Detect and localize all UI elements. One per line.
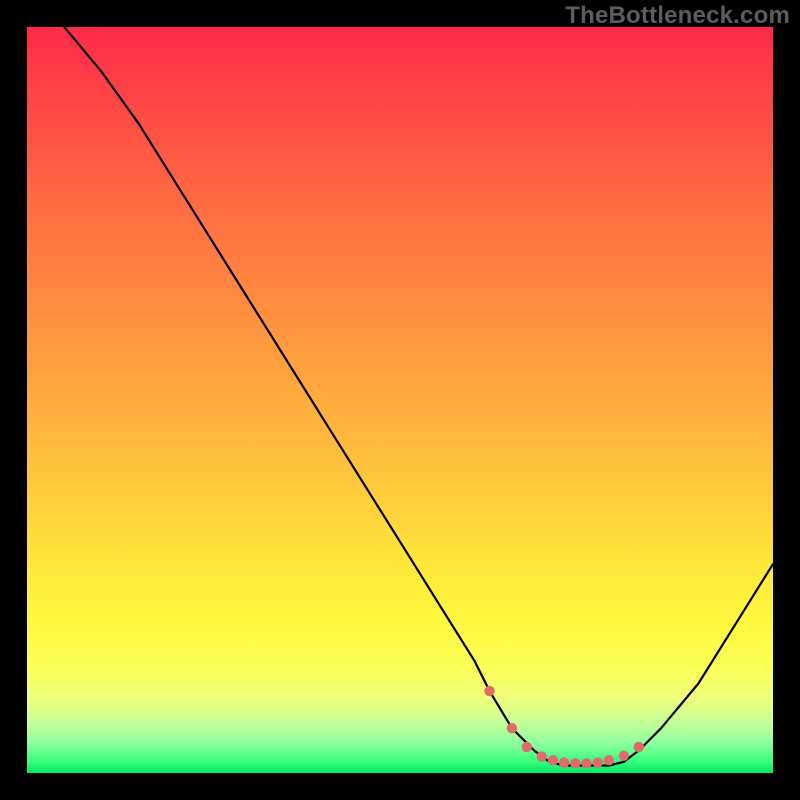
marker-dot [537, 751, 547, 761]
marker-dot [484, 686, 494, 696]
bottleneck-curve-path [64, 27, 773, 766]
watermark-text: TheBottleneck.com [565, 2, 790, 30]
chart-frame: TheBottleneck.com [0, 0, 800, 800]
marker-dot [548, 755, 558, 765]
marker-dot [522, 742, 532, 752]
chart-svg [27, 27, 773, 773]
marker-dot [581, 758, 591, 768]
marker-dot [559, 757, 569, 767]
optimal-range-dots [484, 686, 644, 769]
marker-dot [604, 755, 614, 765]
marker-dot [619, 751, 629, 761]
marker-dot [593, 757, 603, 767]
marker-dot [507, 723, 517, 733]
marker-dot [570, 758, 580, 768]
marker-dot [634, 742, 644, 752]
plot-area [27, 27, 773, 773]
